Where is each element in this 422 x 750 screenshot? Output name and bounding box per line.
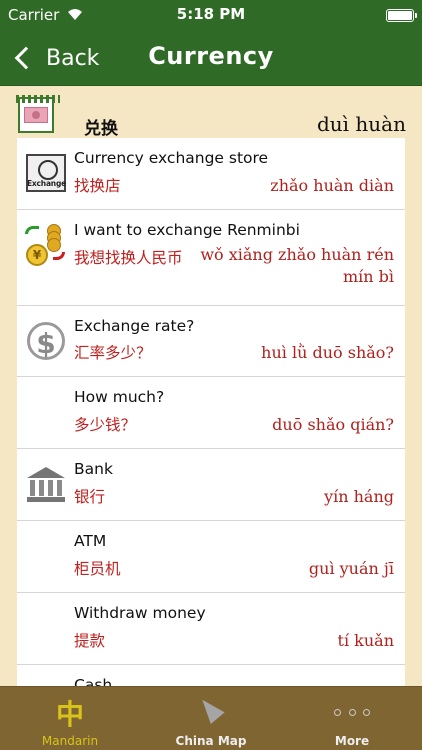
money-note-icon: [16, 95, 60, 133]
tab-mandarin[interactable]: 中 Mandarin: [0, 687, 140, 750]
phrase-english: Bank: [74, 460, 113, 478]
phrase-pinyin: tí kuǎn: [337, 631, 394, 650]
section-title-pinyin: duì huàn: [316, 112, 406, 136]
phrase-chinese: 银行: [74, 488, 106, 506]
page-title: Currency: [148, 42, 274, 70]
list-item[interactable]: How much? 多少钱？ duō shǎo qián?: [17, 377, 405, 449]
coins-exchange-icon: ¥: [23, 222, 69, 268]
phrase-chinese: 汇率多少？: [74, 344, 152, 362]
phrase-english: I want to exchange Renminbi: [74, 221, 300, 239]
phrase-pinyin: huì lǜ duō shǎo?: [261, 343, 394, 362]
list-item[interactable]: Exchange Currency exchange store 找换店 zhǎ…: [17, 138, 405, 210]
phrase-list[interactable]: Exchange Currency exchange store 找换店 zhǎ…: [17, 138, 405, 686]
yuan-coin-icon: ¥: [26, 244, 48, 266]
bank-icon: [23, 461, 69, 507]
phrase-chinese: 柜员机: [74, 560, 121, 578]
phrase-pinyin: wǒ xiǎng zhǎo huàn rén mín bì: [200, 245, 394, 286]
battery-icon: [386, 9, 417, 22]
exchange-store-icon-label: Exchange: [27, 179, 67, 188]
phrase-pinyin: guì yuán jī: [308, 559, 394, 578]
list-item[interactable]: ATM 柜员机 guì yuán jī: [17, 521, 405, 593]
section-header: 兑换 duì huàn: [0, 86, 422, 139]
phrase-english: ATM: [74, 532, 107, 550]
phrase-pinyin: zhǎo huàn diàn: [270, 176, 394, 195]
list-item[interactable]: ¥ I want to exchange Renminbi 我想找换人民币 wǒ…: [17, 210, 405, 306]
more-dots-icon: [334, 709, 370, 717]
navigation-bar: Back Currency: [0, 30, 422, 86]
list-item[interactable]: Bank 银行 yín háng: [17, 449, 405, 521]
phrase-english: How much?: [74, 388, 165, 406]
globe-dollar-icon: [23, 318, 69, 364]
list-item[interactable]: Cash: [17, 665, 405, 686]
tab-more[interactable]: More: [282, 687, 422, 750]
list-item[interactable]: Exchange rate? 汇率多少？ huì lǜ duō shǎo?: [17, 306, 405, 377]
tab-china-map[interactable]: China Map: [141, 687, 281, 750]
tab-label: China Map: [175, 734, 247, 748]
phrase-english: Currency exchange store: [74, 149, 269, 167]
phrase-chinese: 找换店: [74, 177, 121, 195]
phrase-chinese: 多少钱？: [74, 416, 137, 434]
phrase-chinese: 提款: [74, 632, 106, 650]
phrase-english: Cash: [74, 676, 113, 686]
phrase-chinese: 我想找换人民币: [74, 249, 183, 267]
status-time: 5:18 PM: [176, 5, 246, 23]
tab-label: More: [334, 734, 370, 748]
phrase-pinyin: duō shǎo qián?: [272, 415, 394, 434]
map-arrow-icon: [195, 694, 225, 724]
status-bar: Carrier 5:18 PM: [0, 0, 422, 30]
section-title-chinese: 兑换: [84, 119, 118, 139]
phrase-english: Exchange rate?: [74, 317, 195, 335]
list-item[interactable]: Withdraw money 提款 tí kuǎn: [17, 593, 405, 665]
phrase-english: Withdraw money: [74, 604, 206, 622]
exchange-store-icon: Exchange: [23, 150, 69, 196]
tab-bar: 中 Mandarin China Map More: [0, 686, 422, 750]
tab-label: Mandarin: [41, 734, 99, 748]
phrase-pinyin: yín háng: [324, 487, 394, 506]
mandarin-icon: 中: [55, 698, 84, 731]
